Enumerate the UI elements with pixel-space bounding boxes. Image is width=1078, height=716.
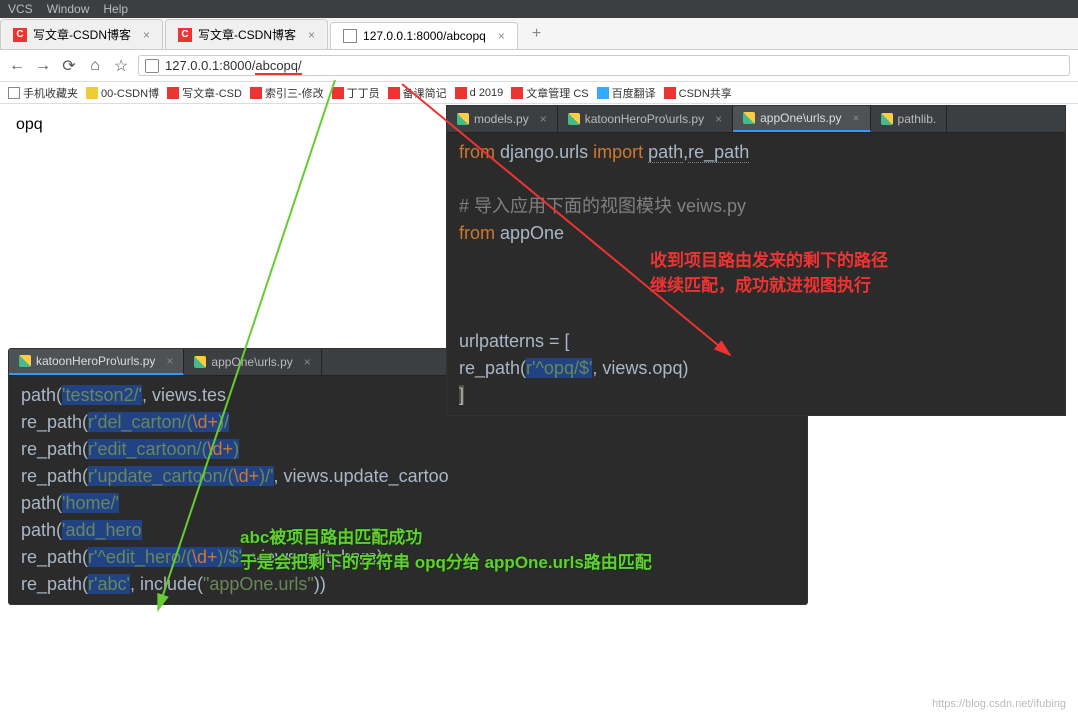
editor-tab-active[interactable]: katoonHeroPro\urls.py×	[9, 349, 184, 375]
bookmark-item[interactable]: 丁丁员	[332, 85, 380, 101]
bookmark-item[interactable]: 写文章-CSD	[167, 85, 242, 101]
bookmark-icon	[597, 87, 609, 99]
watermark: https://blog.csdn.net/ifubing	[932, 698, 1066, 710]
editor-tab[interactable]: models.py×	[447, 106, 558, 132]
browser-tab[interactable]: C 写文章-CSDN博客 ×	[0, 19, 163, 49]
bookmark-item[interactable]: 00-CSDN博	[86, 85, 159, 101]
editor-tabs: models.py× katoonHeroPro\urls.py× appOne…	[447, 106, 1065, 133]
python-icon	[194, 356, 206, 368]
shield-icon	[145, 59, 159, 73]
browser-tab[interactable]: C 写文章-CSDN博客 ×	[165, 19, 328, 49]
close-icon[interactable]: ×	[308, 28, 315, 42]
close-icon[interactable]: ×	[498, 29, 505, 43]
tab-title: 写文章-CSDN博客	[198, 26, 296, 43]
editor-tab-active[interactable]: appOne\urls.py×	[733, 106, 870, 132]
ide-menubar: VCS Window Help	[0, 0, 1078, 18]
browser-tab-active[interactable]: 127.0.0.1:8000/abcopq ×	[330, 22, 518, 49]
bookmark-icon	[332, 87, 344, 99]
bookmark-item[interactable]: 手机收藏夹	[8, 85, 78, 101]
browser-tab-strip: C 写文章-CSDN博客 × C 写文章-CSDN博客 × 127.0.0.1:…	[0, 18, 1078, 50]
python-icon	[881, 113, 893, 125]
csdn-icon: C	[13, 28, 27, 42]
csdn-icon: C	[178, 28, 192, 42]
close-icon[interactable]: ×	[166, 354, 173, 368]
bookmark-item[interactable]: d 2019	[455, 87, 504, 99]
bookmark-icon	[511, 87, 523, 99]
python-icon	[743, 112, 755, 124]
home-button[interactable]: ⌂	[86, 57, 104, 75]
editor-tab[interactable]: katoonHeroPro\urls.py×	[558, 106, 733, 132]
close-icon[interactable]: ×	[143, 28, 150, 42]
menu-window[interactable]: Window	[47, 2, 90, 16]
reload-button[interactable]: ⟳	[60, 57, 78, 75]
python-icon	[457, 113, 469, 125]
tab-title: 127.0.0.1:8000/abcopq	[363, 29, 486, 43]
annotation-red: 收到项目路由发来的剩下的路径 继续匹配，成功就进视图执行	[650, 246, 888, 296]
url-input[interactable]: 127.0.0.1:8000/abcopq/	[138, 55, 1070, 76]
doc-icon	[343, 29, 357, 43]
tab-title: 写文章-CSDN博客	[33, 26, 131, 43]
page-text: opq	[16, 116, 43, 133]
forward-button[interactable]: →	[34, 57, 52, 75]
bookmark-item[interactable]: 备课简记	[388, 85, 447, 101]
bookmark-icon	[664, 87, 676, 99]
back-button[interactable]: ←	[8, 57, 26, 75]
bookmark-item[interactable]: 文章管理 CS	[511, 85, 588, 101]
bookmark-icon	[455, 87, 467, 99]
close-icon[interactable]: ×	[304, 355, 311, 369]
bookmark-item[interactable]: CSDN共享	[664, 85, 732, 101]
close-icon[interactable]: ×	[853, 111, 860, 125]
bookmark-icon	[250, 87, 262, 99]
bookmark-icon	[388, 87, 400, 99]
bookmark-item[interactable]: 百度翻译	[597, 85, 656, 101]
bookmarks-bar: 手机收藏夹 00-CSDN博 写文章-CSD 索引三-修改 丁丁员 备课简记 d…	[0, 82, 1078, 104]
bookmark-icon	[86, 87, 98, 99]
bookmark-icon	[8, 87, 20, 99]
menu-help[interactable]: Help	[103, 2, 128, 16]
star-button[interactable]: ☆	[112, 57, 130, 75]
menu-vcs[interactable]: VCS	[8, 2, 33, 16]
close-icon[interactable]: ×	[715, 112, 722, 126]
url-path-highlight: abcopq/	[255, 58, 301, 75]
editor-tab[interactable]: pathlib.	[871, 106, 948, 132]
new-tab-button[interactable]: +	[520, 19, 553, 49]
close-icon[interactable]: ×	[540, 112, 547, 126]
python-icon	[568, 113, 580, 125]
python-icon	[19, 355, 31, 367]
editor-tab[interactable]: appOne\urls.py×	[184, 349, 321, 375]
annotation-green: abc被项目路由匹配成功 于是会把剩下的字符串 opq分给 appOne.url…	[240, 523, 652, 573]
address-bar: ← → ⟳ ⌂ ☆ 127.0.0.1:8000/abcopq/	[0, 50, 1078, 82]
url-text: 127.0.0.1:8000/	[165, 58, 255, 73]
bookmark-item[interactable]: 索引三-修改	[250, 85, 324, 101]
bookmark-icon	[167, 87, 179, 99]
